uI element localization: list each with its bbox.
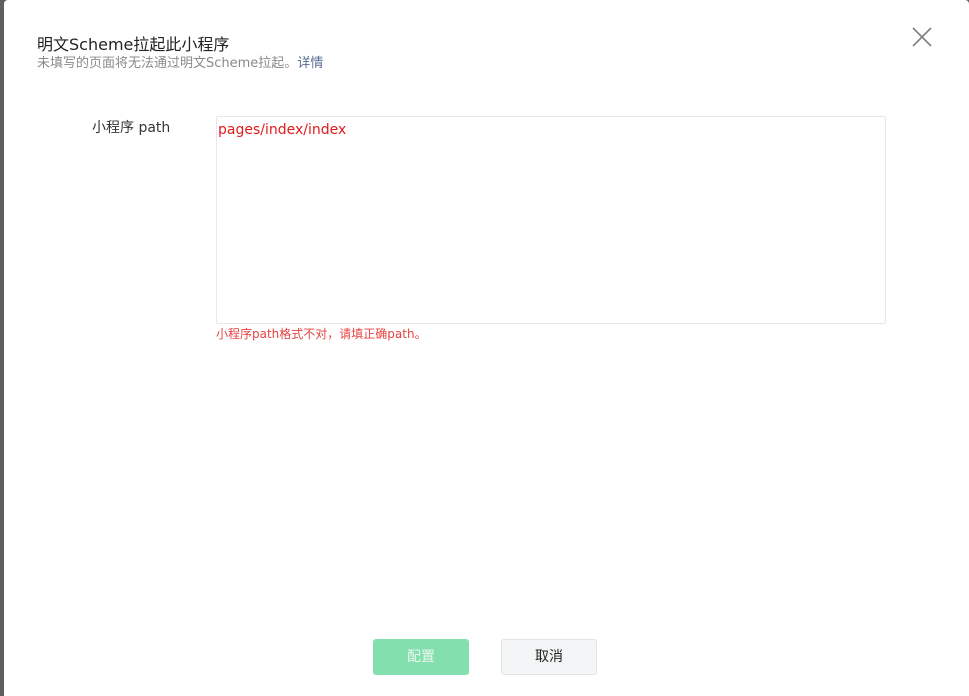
details-link[interactable]: 详情 — [297, 56, 323, 71]
path-error-message: 小程序path格式不对，请填正确path。 — [216, 327, 427, 341]
scheme-config-dialog: 明文Scheme拉起此小程序 未填写的页面将无法通过明文Scheme拉起。详情 … — [4, 0, 969, 696]
dialog-title: 明文Scheme拉起此小程序 — [37, 35, 230, 54]
close-button[interactable] — [910, 25, 934, 49]
dialog-subtitle-text: 未填写的页面将无法通过明文Scheme拉起。 — [37, 56, 298, 71]
dialog-subtitle: 未填写的页面将无法通过明文Scheme拉起。详情 — [37, 55, 323, 73]
path-label: 小程序 path — [92, 120, 171, 136]
close-icon — [912, 27, 932, 47]
path-textarea[interactable]: pages/index/index — [216, 116, 886, 324]
cancel-button[interactable]: 取消 — [501, 639, 597, 675]
confirm-button[interactable]: 配置 — [373, 639, 469, 675]
